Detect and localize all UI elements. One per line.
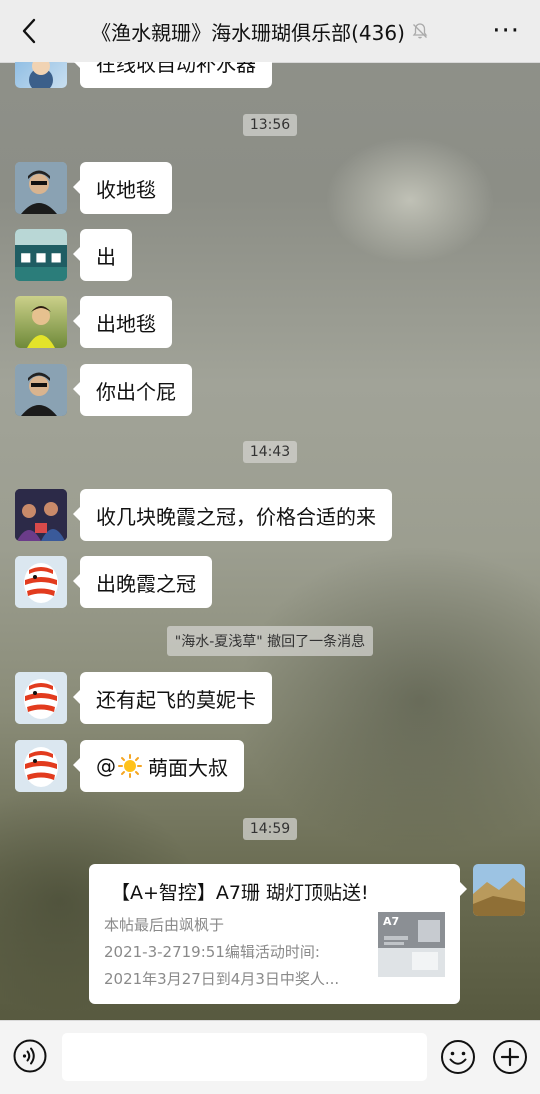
message-row: 在线收自动补水器 [0,62,540,92]
voice-icon [13,1039,47,1073]
chat-title-container: 《渔水親珊》海水珊瑚俱乐部(436) [60,0,460,62]
message-text: 在线收自动补水器 [96,62,256,76]
emoji-button[interactable] [440,1039,476,1075]
card-desc-line: 2021-3-2719:51编辑活动时间: [104,943,320,961]
message-text: 出地毯 [96,311,156,336]
chevron-left-icon [22,18,36,44]
card-desc-line: 2021年3月27日到4月3日中奖人... [104,970,340,988]
avatar[interactable] [15,364,67,416]
avatar[interactable] [15,672,67,724]
message-bubble[interactable]: @ 萌面大叔 [73,740,244,792]
message-bubble[interactable]: 收几块晚霞之冠，价格合适的来 [73,489,392,541]
card-title: 【A+智控】A7珊 瑚灯顶贴送! [111,882,369,904]
message-input[interactable] [62,1033,427,1081]
message-text: 你出个屁 [96,379,176,404]
voice-button[interactable] [13,1039,47,1073]
avatar[interactable] [15,556,67,608]
recall-notice-text: "海水-夏浅草" 撤回了一条消息 [166,626,374,656]
message-bubble[interactable]: 出晚霞之冠 [73,556,212,608]
timestamp: 13:56 [0,114,540,136]
timestamp-text: 13:56 [242,114,298,136]
message-text: 萌面大叔 [148,755,228,780]
message-bubble[interactable]: 你出个屁 [73,364,192,416]
bell-off-icon [411,22,429,40]
shared-link-card[interactable]: 【A+智控】A7珊 瑚灯顶贴送! 本帖最后由飒枫于 2021-3-2719:51… [89,864,467,1004]
message-bubble[interactable]: 出 [73,229,132,281]
avatar[interactable] [15,740,67,792]
message-text: 收几块晚霞之冠，价格合适的来 [96,504,376,529]
ellipsis-icon: ··· [492,16,520,46]
self-avatar[interactable] [473,864,525,916]
timestamp: 14:43 [0,441,540,463]
card-thumb-label: A7 [383,915,400,928]
card-desc-line: 本帖最后由飒枫于 [104,916,225,934]
message-text: 出晚霞之冠 [96,571,196,596]
avatar[interactable] [15,62,67,88]
plus-circle-icon [493,1040,527,1074]
more-actions-button[interactable] [492,1039,528,1075]
message-bubble[interactable]: 还有起飞的莫妮卡 [73,672,272,724]
avatar[interactable] [15,489,67,541]
timestamp-text: 14:43 [242,441,298,463]
card-description: 本帖最后由飒枫于 2021-3-2719:51编辑活动时间: 2021年3月27… [104,912,364,993]
input-bar [0,1020,540,1094]
smiley-icon [441,1040,475,1074]
svg-text:■ ■ ■: ■ ■ ■ [20,250,62,264]
chat-title: 《渔水親珊》海水珊瑚俱乐部(436) [91,20,405,45]
avatar[interactable] [15,296,67,348]
message-bubble[interactable]: 在线收自动补水器 [73,62,272,88]
sun-emoji [118,754,142,778]
timestamp-text: 14:59 [242,818,298,840]
message-text: 还有起飞的莫妮卡 [96,687,256,712]
message-text: 出 [96,244,116,269]
chat-header: 《渔水親珊》海水珊瑚俱乐部(436) ··· [0,0,540,63]
message-bubble[interactable]: 收地毯 [73,162,172,214]
card-thumbnail: A7 [378,912,445,977]
message-text: 收地毯 [96,177,156,202]
avatar[interactable] [15,162,67,214]
back-button[interactable] [14,14,44,48]
timestamp: 14:59 [0,818,540,840]
message-bubble[interactable]: 出地毯 [73,296,172,348]
more-button[interactable]: ··· [492,18,520,44]
recall-notice: "海水-夏浅草" 撤回了一条消息 [0,626,540,656]
mention-at: @ [96,754,116,778]
avatar[interactable]: ■ ■ ■ [15,229,67,281]
